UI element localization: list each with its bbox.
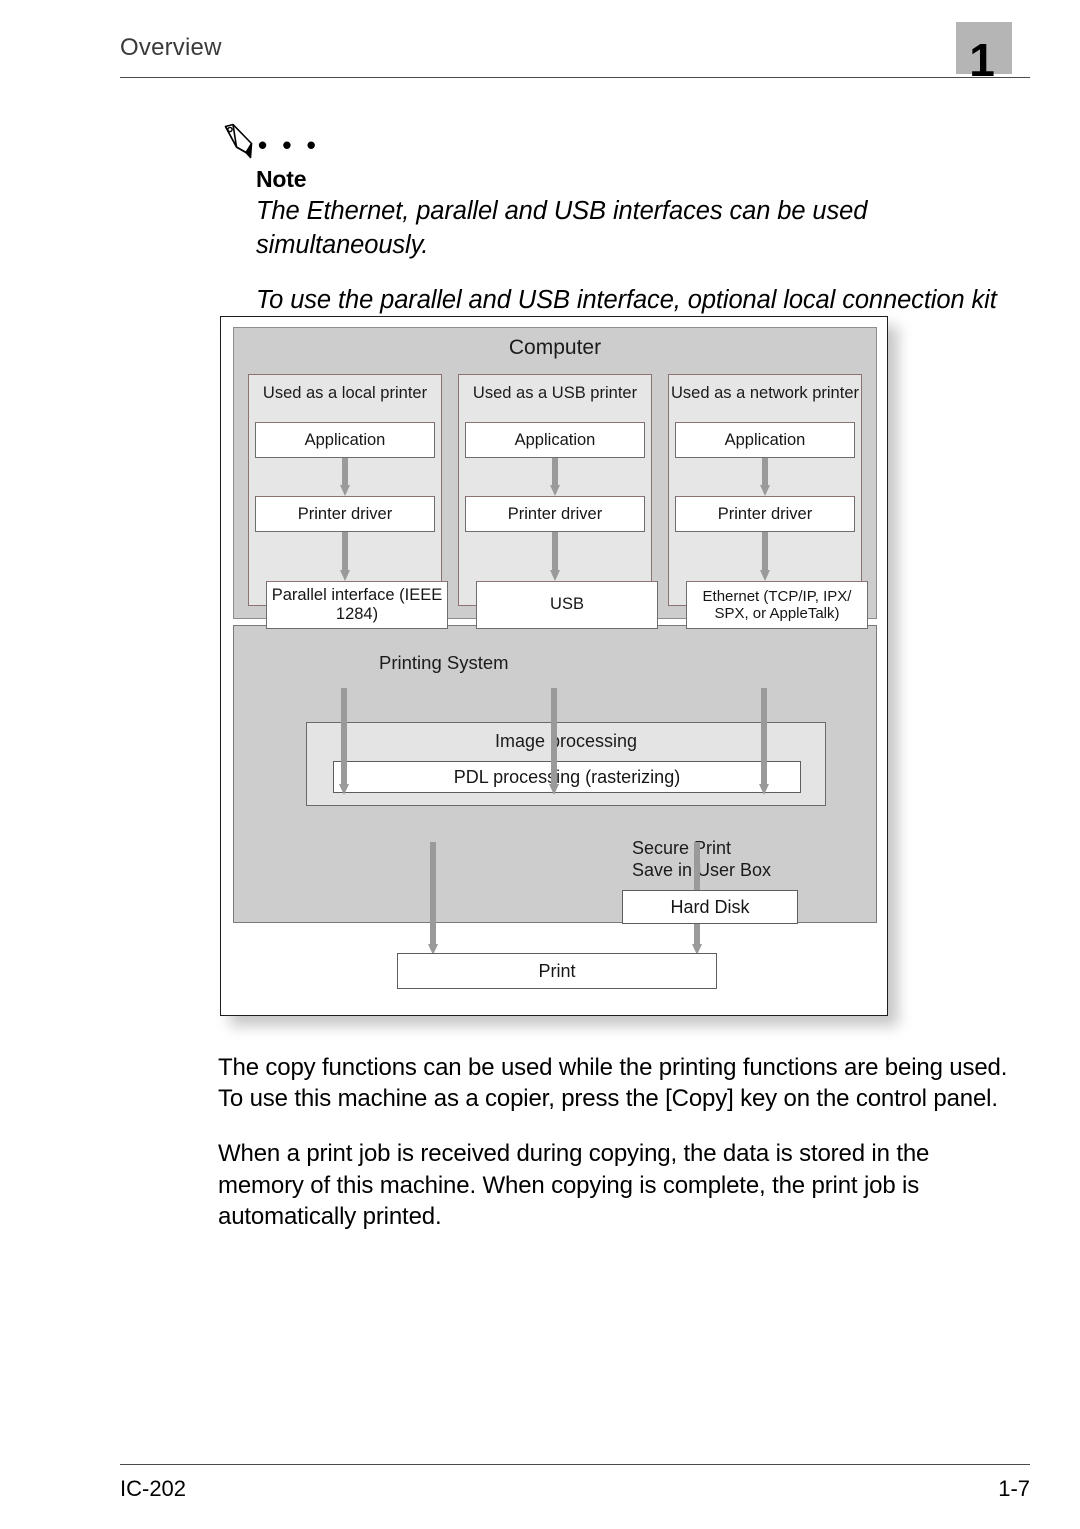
printer-driver-box: Printer driver [255, 496, 435, 532]
arrow-hard-disk-to-print [691, 923, 703, 955]
image-processing-panel: Image processing PDL processing (rasteri… [306, 722, 826, 806]
body-paragraph-2: When a print job is received during copy… [218, 1140, 930, 1230]
arrow-parallel-to-image-processing [338, 688, 350, 795]
note-heading: Note [256, 166, 307, 192]
print-box: Print [397, 953, 717, 989]
computer-panel-label: Computer [508, 336, 602, 359]
printer-driver-box: Printer driver [465, 496, 645, 532]
pencil-icon [220, 122, 260, 167]
arrow-ethernet-to-image-processing [758, 688, 770, 795]
application-box: Application [255, 422, 435, 458]
printer-driver-box: Printer driver [675, 496, 855, 532]
application-box: Application [465, 422, 645, 458]
page-header: Overview 1 [120, 22, 1030, 90]
page-title: Overview [120, 34, 222, 61]
arrow-application-to-driver [549, 458, 561, 496]
footer-page-number: 1-7 [998, 1476, 1030, 1501]
hard-disk-box: Hard Disk [622, 890, 798, 924]
sub-panel-title: Used as a USB printer [472, 384, 638, 402]
ethernet-interface-box: Ethernet (TCP/IP, IPX/SPX, or AppleTalk) [686, 581, 868, 629]
application-box: Application [675, 422, 855, 458]
body-text: The copy functions can be used while the… [218, 1052, 1018, 1256]
computer-panel: Computer Used as a local printer Used as… [233, 327, 877, 629]
arrow-driver-to-interface [339, 532, 351, 581]
arrow-driver-to-interface [759, 532, 771, 581]
header-divider [120, 77, 1030, 78]
usb-interface-box: USB [476, 581, 658, 629]
note-icon-row: • • • [224, 122, 1001, 166]
arrow-application-to-driver [339, 458, 351, 496]
image-processing-label: Image processing [494, 731, 638, 751]
footer-model-name: IC-202 [120, 1476, 187, 1501]
pdl-processing-box: PDL processing (rasterizing) [333, 761, 801, 793]
chapter-number: 1 [969, 34, 995, 86]
arrow-application-to-driver [759, 458, 771, 496]
parallel-interface-box: Parallel interface (IEEE 1284) [266, 581, 448, 629]
note-dots: • • • [258, 130, 320, 160]
footer-divider [120, 1464, 1030, 1465]
arrow-usb-to-image-processing [548, 688, 560, 795]
note-paragraph-1: The Ethernet, parallel and USB interface… [256, 197, 868, 259]
sub-panel-title: Used as a network printer [670, 384, 859, 402]
body-paragraph-1: The copy functions can be used while the… [218, 1054, 1008, 1113]
printing-system-label: Printing System [379, 652, 509, 673]
sub-panel-title: Used as a local printer [262, 384, 428, 402]
printing-flow-diagram: Computer Used as a local printer Used as… [220, 316, 898, 1026]
diagram-frame: Computer Used as a local printer Used as… [220, 316, 888, 1016]
arrow-pdl-to-print [427, 842, 439, 955]
arrow-driver-to-interface [549, 532, 561, 581]
